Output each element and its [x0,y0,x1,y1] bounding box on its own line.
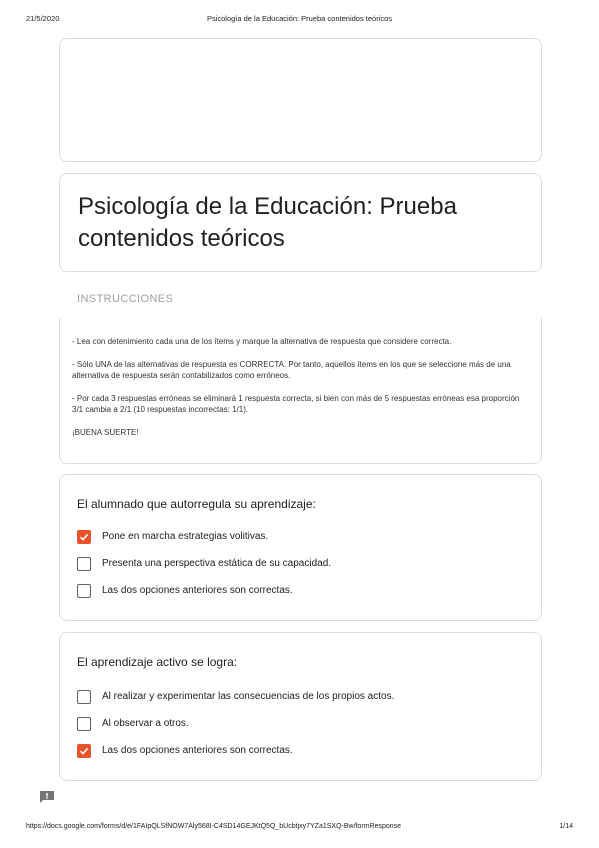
instructions-card: - Lea con detenimiento cada una de los í… [59,318,542,464]
option-label: Pone en marcha estrategias volitivas. [102,531,269,542]
page-number: 1/14 [559,823,573,830]
form-title: Psicología de la Educación: Prueba conte… [78,193,457,252]
print-footer: https://docs.google.com/forms/d/e/1FAIpQ… [26,823,573,835]
option-row[interactable]: Presenta una perspectiva estática de su … [77,550,523,577]
section-header: INSTRUCCIONES [77,293,174,305]
print-header: 21/5/2020 Psicología de la Educación: Pr… [26,14,573,26]
option-row[interactable]: Al observar a otros. [77,710,523,737]
check-icon [79,747,89,755]
instruction-closing: ¡BUENA SUERTE! [72,428,139,437]
check-icon [79,533,89,541]
option-row[interactable]: Pone en marcha estrategias volitivas. [77,523,523,550]
option-row[interactable]: Al realizar y experimentar las consecuen… [77,683,523,710]
feedback-icon[interactable] [39,790,55,804]
instruction-text: - Sólo UNA de las alternativas de respue… [72,360,511,380]
question-title: El aprendizaje activo se logra: [77,655,238,669]
checkbox[interactable] [77,743,91,758]
option-row[interactable]: Las dos opciones anteriores son correcta… [77,577,523,604]
option-label: Las dos opciones anteriores son correcta… [102,745,293,756]
checkbox[interactable] [77,556,91,571]
question-card: El alumnado que autorregula su aprendiza… [59,474,542,621]
print-url: https://docs.google.com/forms/d/e/1FAIpQ… [26,823,402,830]
option-label: Al realizar y experimentar las consecuen… [102,691,395,702]
checkbox[interactable] [77,583,91,598]
instruction-text: - Lea con detenimiento cada una de los í… [72,337,452,346]
checkbox[interactable] [77,689,91,704]
question-card: El aprendizaje activo se logra: Al reali… [59,632,542,781]
form-banner [59,38,542,162]
option-label: Al observar a otros. [102,718,189,729]
instruction-text: - Por cada 3 respuestas erróneas se elim… [72,394,520,414]
form-title-card: Psicología de la Educación: Prueba conte… [59,173,542,272]
question-title: El alumnado que autorregula su aprendiza… [77,497,316,511]
option-label: Las dos opciones anteriores son correcta… [102,585,293,596]
print-title: Psicología de la Educación: Prueba conte… [206,14,393,23]
option-row[interactable]: Las dos opciones anteriores son correcta… [77,737,523,764]
checkbox[interactable] [77,529,91,544]
checkbox[interactable] [77,716,91,731]
option-label: Presenta una perspectiva estática de su … [102,558,332,569]
